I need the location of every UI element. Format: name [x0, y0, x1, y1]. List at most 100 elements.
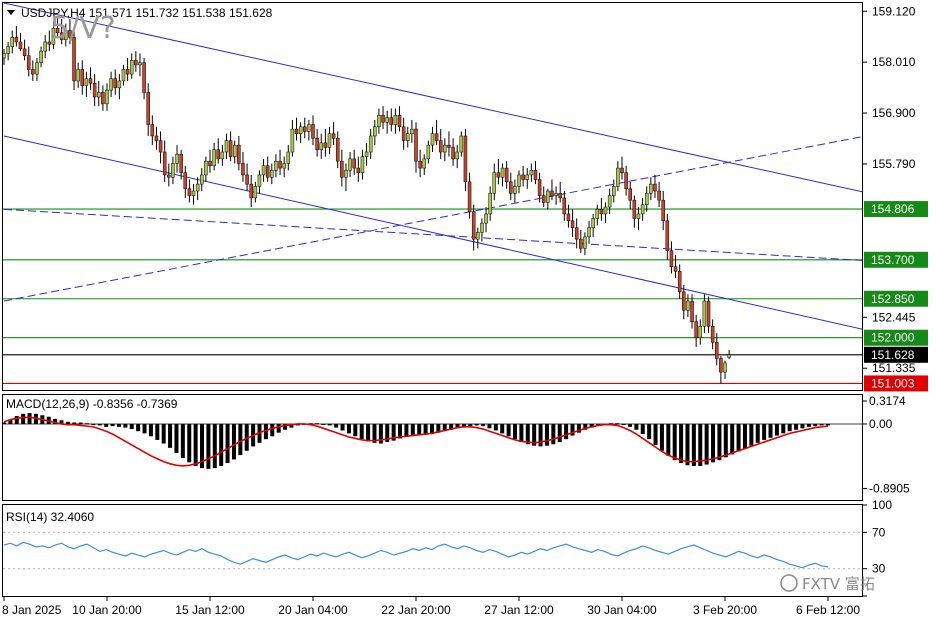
macd-histogram-bar	[493, 423, 498, 431]
candle-body	[22, 48, 27, 56]
level-axis-badge: 151.628	[864, 346, 928, 363]
x-tick-label: 10 Jan 20:00	[72, 603, 142, 617]
candle-body	[348, 158, 352, 171]
macd-histogram-bar	[180, 423, 185, 458]
macd-histogram-bar	[774, 423, 779, 436]
macd-histogram-bar	[161, 423, 166, 444]
candle-body	[200, 174, 204, 185]
candle-body	[393, 115, 398, 125]
candle-body	[150, 124, 155, 137]
macd-histogram-bar	[417, 423, 422, 435]
candle-body	[26, 55, 31, 70]
candle-body	[179, 154, 183, 173]
candle-body	[76, 69, 80, 82]
level-axis-badge: 151.003	[864, 375, 928, 392]
candle-body	[595, 209, 600, 219]
macd-histogram-bar	[231, 423, 236, 460]
watermark: 5/V?	[50, 11, 116, 46]
candle-body	[509, 181, 513, 194]
macd-histogram-bar	[768, 423, 773, 438]
macd-histogram-bar	[206, 423, 211, 469]
macd-histogram-bar	[359, 423, 364, 440]
macd-tick-label: 0.00	[869, 417, 893, 431]
macd-histogram-bar	[736, 423, 741, 452]
macd-histogram-bar	[474, 423, 479, 426]
candle-body	[278, 160, 282, 169]
macd-histogram-bar	[353, 423, 358, 437]
macd-histogram-bar	[187, 423, 192, 463]
macd-histogram-bar	[129, 423, 134, 430]
candle-body	[677, 270, 682, 293]
x-tick-label: 27 Jan 12:00	[484, 603, 554, 617]
macd-histogram-bar	[819, 423, 824, 426]
macd-histogram-bar	[640, 423, 645, 435]
candle-body	[406, 133, 410, 141]
candle-body	[698, 326, 703, 338]
candle-body	[303, 126, 307, 132]
macd-histogram-bar	[698, 423, 703, 466]
macd-histogram-bar	[2, 422, 6, 424]
macd-histogram-bar	[762, 423, 767, 440]
macd-histogram-bar	[238, 423, 243, 456]
rsi-tick-label: 100	[872, 498, 892, 512]
candle-body	[554, 193, 558, 196]
macd-histogram-bar	[148, 423, 153, 437]
candle-body	[368, 135, 373, 153]
candle-body	[476, 232, 480, 240]
candle-body	[212, 149, 216, 167]
macd-histogram-bar	[193, 423, 198, 466]
candle-body	[640, 204, 645, 215]
macd-histogram-bar	[513, 423, 518, 440]
candle-body	[657, 190, 661, 201]
macd-histogram-bar	[225, 423, 230, 464]
candle-body	[521, 174, 525, 180]
candle-body	[327, 133, 332, 148]
macd-histogram-bar	[27, 413, 32, 424]
candle-body	[117, 80, 122, 89]
brand-label: FXTV 富拓	[802, 575, 875, 593]
macd-histogram-bar	[755, 423, 760, 443]
candle-body	[397, 115, 402, 128]
macd-histogram-bar	[155, 423, 160, 440]
macd-histogram-bar	[679, 423, 684, 464]
level-badge-label: 152.000	[871, 331, 915, 345]
candle-body	[80, 69, 85, 86]
candle-body	[632, 199, 637, 219]
level-axis-badge: 152.850	[864, 290, 928, 307]
candle-body	[719, 358, 723, 373]
macd-histogram-bar	[806, 423, 811, 427]
candle-body	[373, 126, 377, 137]
macd-histogram-bar	[711, 423, 716, 463]
candle-body	[274, 160, 278, 171]
macd-histogram-bar	[742, 423, 747, 449]
macd-histogram-bar	[327, 423, 332, 426]
candle-body	[6, 46, 10, 54]
candle-body	[620, 167, 624, 173]
candle-body	[715, 342, 719, 359]
macd-histogram-bar	[481, 423, 486, 427]
candle-body	[533, 170, 538, 180]
price-tick-label: 156.900	[872, 106, 916, 120]
candle-body	[410, 128, 414, 134]
macd-histogram-bar	[634, 423, 639, 430]
candle-body	[241, 163, 245, 176]
candle-body	[480, 222, 484, 233]
candle-body	[690, 300, 694, 322]
candle-body	[125, 69, 130, 75]
macd-histogram-bar	[366, 423, 371, 442]
x-tick-label: 8 Jan 2025	[2, 603, 62, 617]
rsi-panel	[2, 504, 863, 597]
candle-body	[121, 69, 126, 82]
candle-body	[18, 41, 23, 50]
candle-body	[525, 174, 529, 180]
candle-body	[360, 156, 365, 173]
macd-histogram-bar	[506, 423, 511, 437]
candle-body	[570, 220, 575, 228]
candle-body	[167, 174, 171, 178]
macd-histogram-bar	[174, 423, 179, 453]
candle-body	[653, 183, 657, 192]
candle-body	[669, 250, 674, 267]
candle-body	[237, 144, 241, 164]
candle-body	[649, 183, 653, 194]
macd-histogram-bar	[800, 423, 805, 429]
